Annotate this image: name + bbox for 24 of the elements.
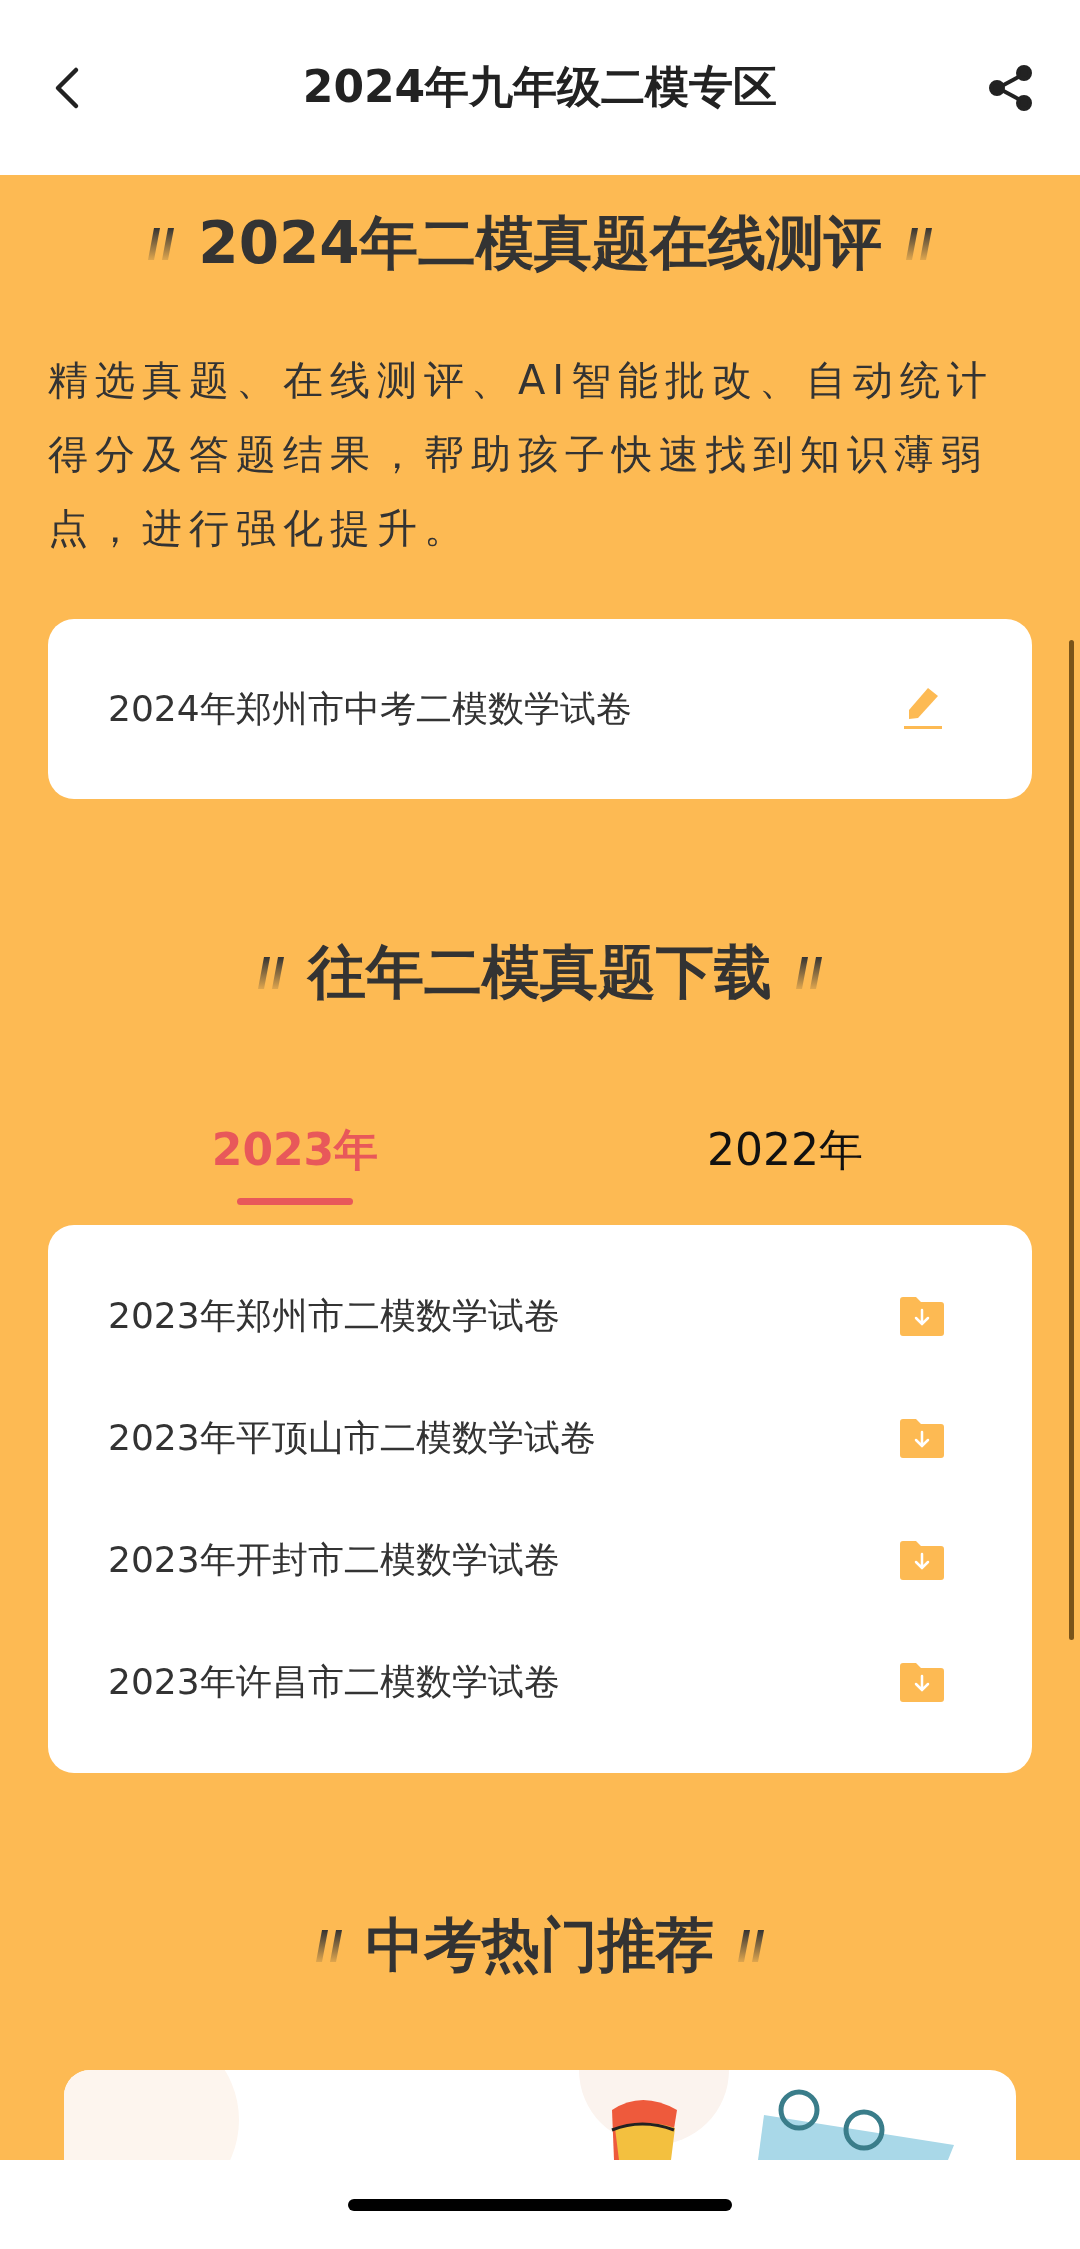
paper-title[interactable]: 2023年郑州市二模数学试卷	[108, 1291, 560, 1341]
quote-mark-icon	[903, 225, 934, 263]
section-heading: 2024年二模真题在线测评	[198, 208, 882, 279]
folder-download-icon[interactable]	[900, 1662, 944, 1702]
quote-mark-icon	[256, 954, 286, 992]
section-description: 精选真题、在线测评、AI智能批改、自动统计得分及答题结果，帮助孩子快速找到知识薄弱点，进行强化提升。	[47, 356, 996, 553]
quote-mark-icon	[736, 1927, 766, 1965]
test-card[interactable]: 2024年郑州市中考二模数学试卷	[48, 619, 1032, 799]
quote-mark-icon	[314, 1927, 344, 1965]
pencil-drawing	[611, 2100, 677, 2160]
quote-mark-icon	[146, 225, 177, 263]
year-tab[interactable]: 2022年	[540, 1121, 1030, 1205]
folder-download-icon[interactable]	[900, 1540, 944, 1580]
paper-title[interactable]: 2023年平顶山市二模数学试卷	[108, 1413, 596, 1463]
recommend-card[interactable]	[64, 2070, 1016, 2160]
paper-title[interactable]: 2023年开封市二模数学试卷	[108, 1535, 560, 1585]
paper-title: 2024年郑州市中考二模数学试卷	[108, 686, 632, 731]
quote-mark-icon	[794, 954, 824, 992]
section-heading: 往年二模真题下载	[308, 937, 772, 1008]
paper-title[interactable]: 2023年许昌市二模数学试卷	[108, 1657, 560, 1707]
page-title: 2024年九年级二模专区	[302, 60, 778, 114]
folder-download-icon[interactable]	[900, 1296, 944, 1336]
folder-download-icon[interactable]	[900, 1418, 944, 1458]
section-heading: 中考热门推荐	[366, 1910, 714, 1981]
